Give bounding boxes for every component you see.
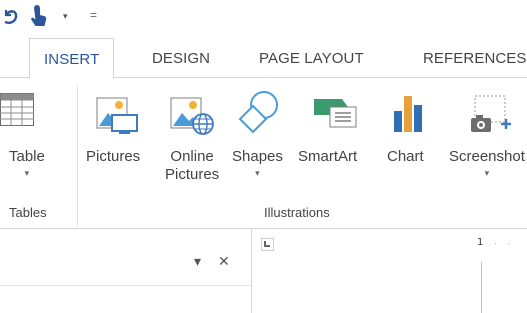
smartart-label: SmartArt: [298, 148, 358, 165]
screenshot-icon: [471, 95, 511, 132]
table-button[interactable]: Table ▾: [9, 148, 45, 180]
ruler-number: 1: [477, 237, 484, 248]
tab-design[interactable]: DESIGN: [152, 38, 210, 78]
table-icon: [0, 93, 34, 126]
group-label-tables: Tables: [9, 205, 47, 220]
screenshot-label: Screenshot: [449, 148, 525, 165]
screenshot-button[interactable]: Screenshot ▾: [449, 148, 525, 180]
screenshot-dropdown-icon[interactable]: ▾: [449, 166, 525, 180]
left-tab-icon: [264, 241, 270, 247]
online-pictures-icon: [170, 97, 214, 135]
online-pictures-button[interactable]: Online Pictures: [165, 148, 219, 184]
ruler-ticks: · ·: [494, 238, 515, 248]
shapes-dropdown-icon[interactable]: ▾: [232, 166, 283, 180]
customize-dropdown-icon[interactable]: ▾: [63, 11, 68, 22]
table-label: Table: [9, 148, 45, 165]
close-icon[interactable]: ✕: [218, 253, 230, 270]
shapes-button[interactable]: Shapes ▾: [232, 148, 283, 180]
table-dropdown-icon[interactable]: ▾: [9, 166, 45, 180]
touch-mode-icon[interactable]: [26, 4, 48, 28]
online-pictures-label-line1: Online: [170, 148, 214, 165]
vertical-ruler-line: [481, 262, 482, 313]
shapes-label: Shapes: [232, 148, 283, 165]
tab-references[interactable]: REFERENCES: [423, 38, 527, 78]
pane-divider: [0, 285, 251, 286]
chart-label: Chart: [387, 148, 424, 165]
tab-insert[interactable]: INSERT: [29, 38, 115, 79]
online-pictures-label-line2: Pictures: [165, 166, 220, 183]
pane-splitter[interactable]: [251, 229, 252, 313]
pictures-button[interactable]: Pictures: [86, 148, 140, 166]
smartart-button[interactable]: SmartArt: [298, 148, 357, 166]
pictures-icon: [96, 97, 138, 134]
customize-toolbar-icon[interactable]: =: [90, 8, 97, 22]
tab-page-layout[interactable]: PAGE LAYOUT: [259, 38, 364, 78]
group-label-illustrations: Illustrations: [264, 205, 330, 220]
group-separator: [77, 86, 78, 226]
pane-options-icon[interactable]: ▾: [194, 253, 201, 270]
undo-icon[interactable]: [2, 6, 20, 28]
quick-access-toolbar: ▾ =: [0, 0, 527, 38]
smartart-icon: [314, 99, 357, 128]
shapes-icon: [238, 91, 278, 134]
pictures-label: Pictures: [86, 148, 141, 165]
chart-icon: [394, 96, 422, 132]
chart-button[interactable]: Chart: [387, 148, 424, 166]
